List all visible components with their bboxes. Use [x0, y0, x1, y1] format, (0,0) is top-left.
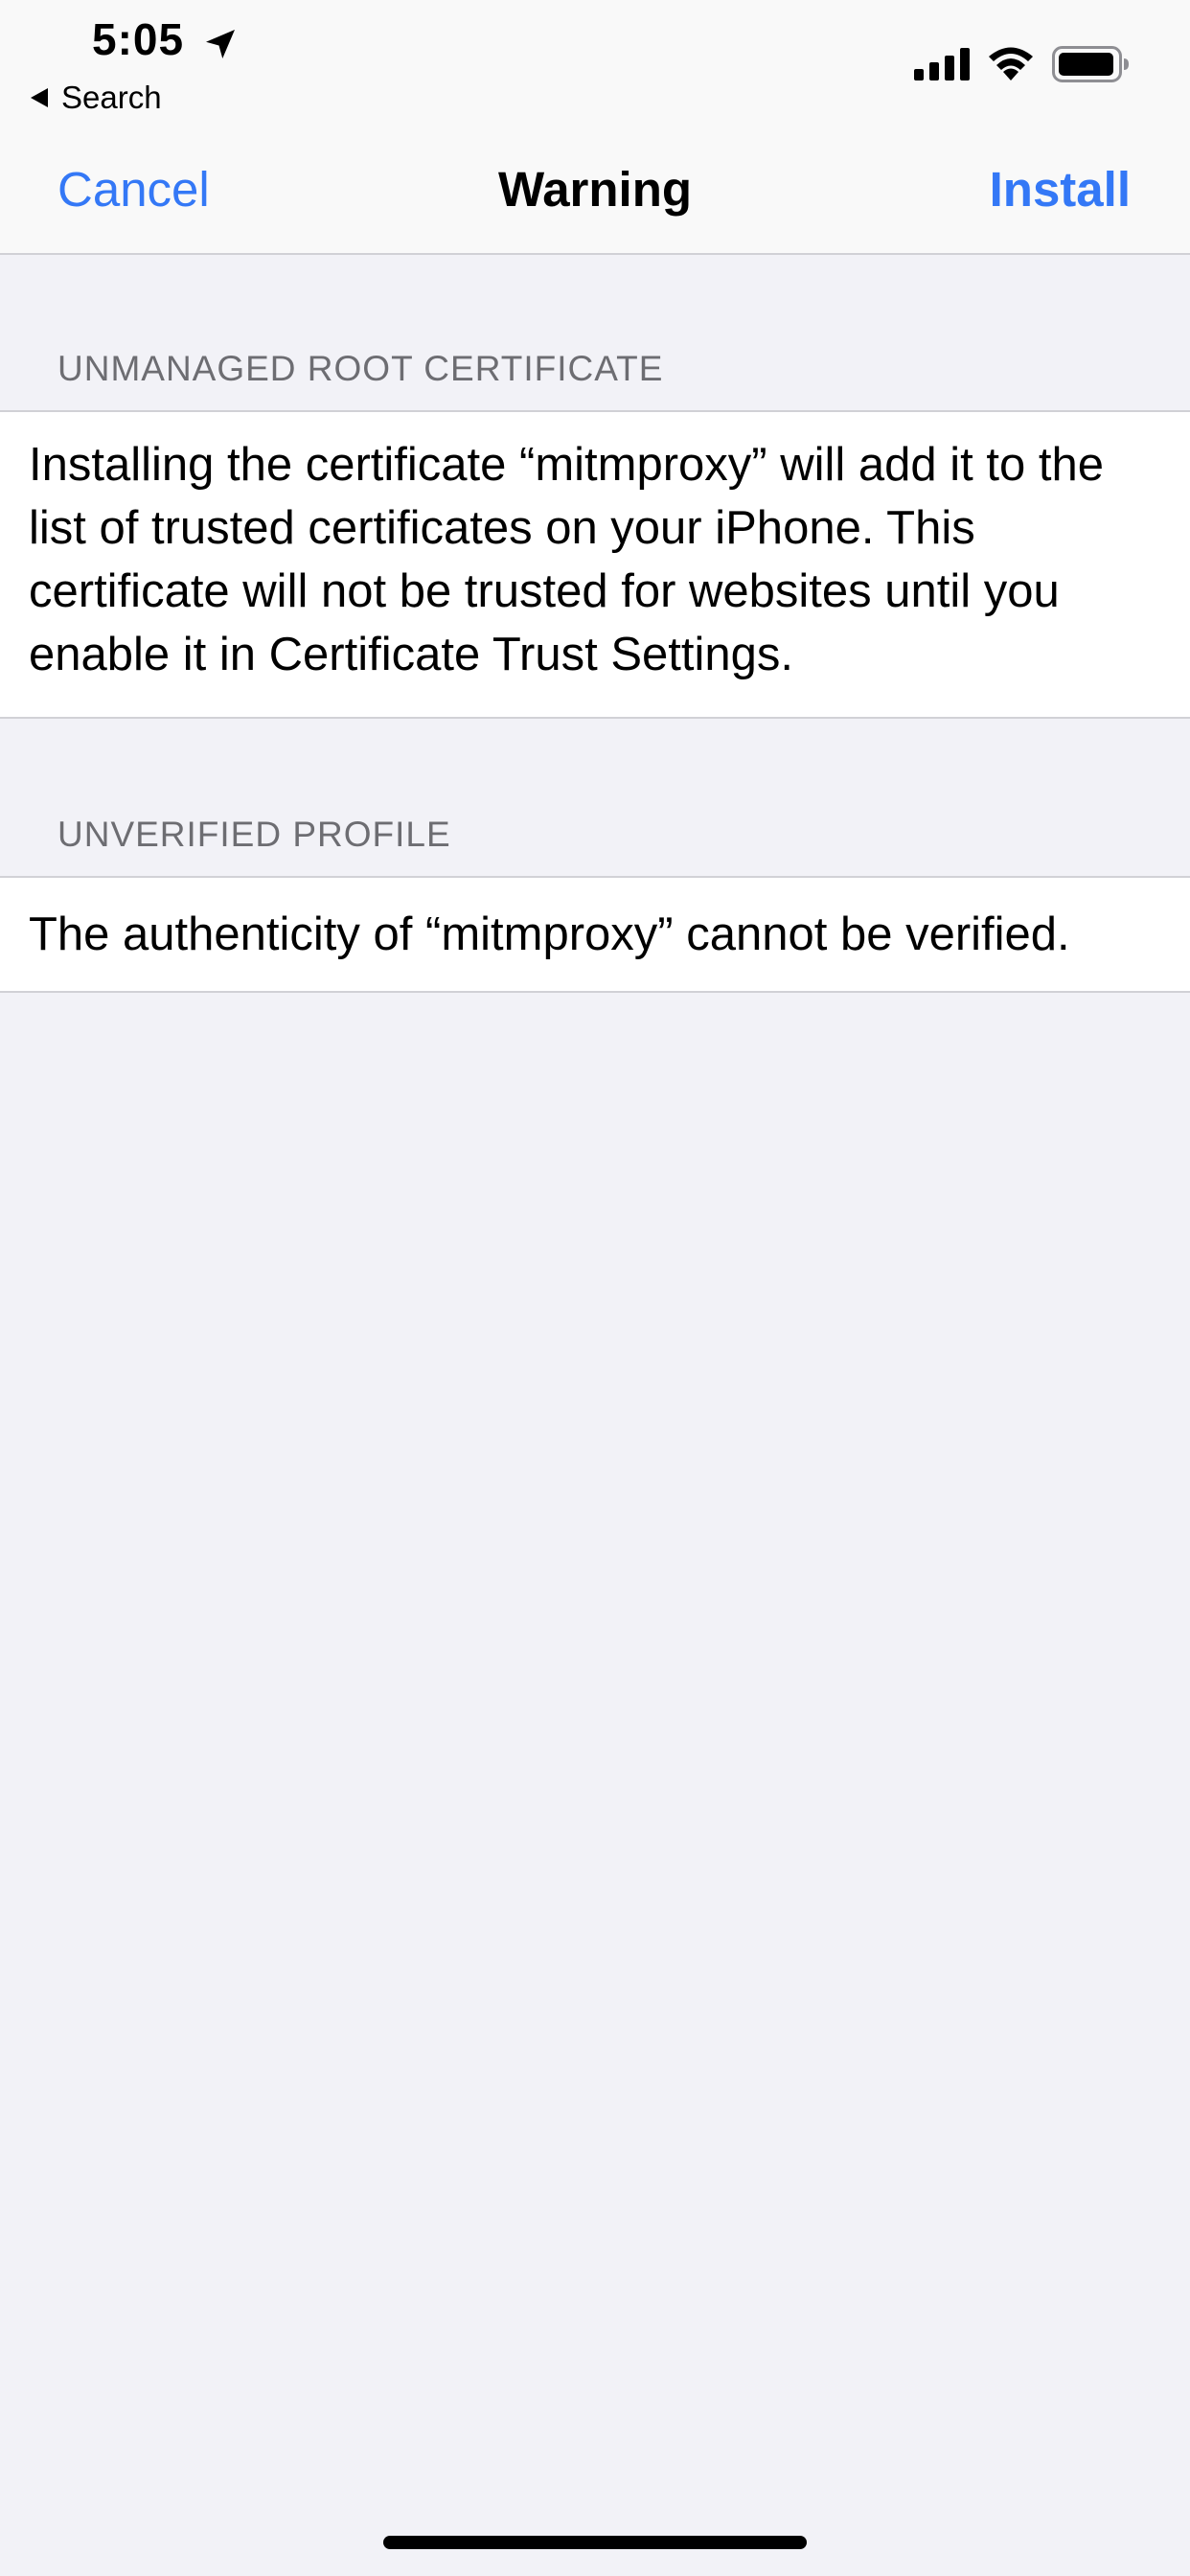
back-to-search-label: Search — [61, 80, 162, 115]
status-time: 5:05 — [92, 14, 185, 64]
section-root-certificate: Installing the certificate “mitmproxy” w… — [0, 410, 1190, 719]
unverified-profile-text: The authenticity of “mitmproxy” cannot b… — [29, 908, 1070, 960]
cancel-button[interactable]: Cancel — [57, 161, 210, 218]
battery-icon — [1052, 46, 1129, 82]
home-indicator[interactable] — [383, 2536, 807, 2549]
section-header-root-certificate: UNMANAGED ROOT CERTIFICATE — [57, 349, 664, 388]
section-unverified-profile: The authenticity of “mitmproxy” cannot b… — [0, 876, 1190, 993]
location-arrow-icon — [206, 30, 235, 58]
top-bar: 5:05 Search Cancel Warning Install — [0, 0, 1190, 255]
back-to-search-button[interactable]: Search — [29, 77, 162, 119]
back-triangle-icon — [31, 88, 48, 107]
cellular-signal-icon — [914, 48, 970, 80]
wifi-icon — [989, 47, 1033, 80]
section-header-unverified-profile: UNVERIFIED PROFILE — [57, 815, 451, 854]
install-button[interactable]: Install — [990, 161, 1131, 218]
root-certificate-warning-text: Installing the certificate “mitmproxy” w… — [29, 439, 1104, 680]
